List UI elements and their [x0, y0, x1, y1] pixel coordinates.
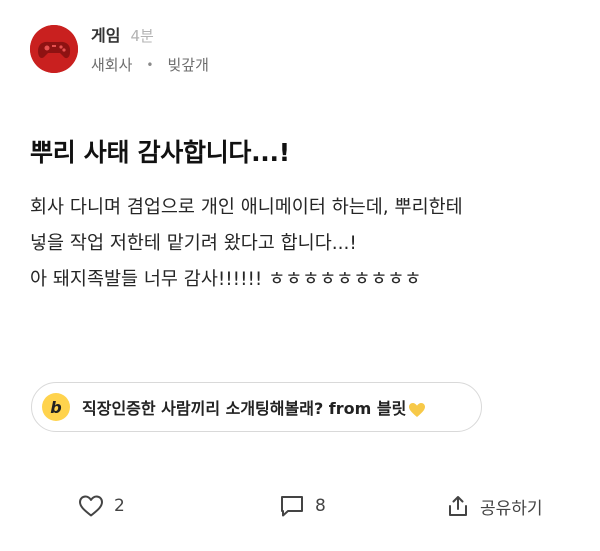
post-header: 게임 4분 새회사 • 빚갚개: [30, 22, 209, 75]
comment-button[interactable]: 8: [279, 488, 326, 524]
like-count: 2: [114, 496, 125, 516]
promo-text: 직장인증한 사람끼리 소개팅해볼래? from 블릿: [82, 395, 426, 419]
blind-logo-icon: b: [42, 393, 70, 421]
promo-banner[interactable]: b 직장인증한 사람끼리 소개팅해볼래? from 블릿: [31, 382, 482, 432]
share-icon: [449, 496, 467, 516]
meta-separator: •: [146, 57, 154, 72]
post-body-line: 넣을 작업 저한테 맡기려 왔다고 합니다...!: [30, 233, 357, 254]
board-avatar[interactable]: [30, 24, 78, 73]
comment-count: 8: [315, 496, 326, 516]
author-nickname: 빚갚개: [167, 56, 209, 74]
post-title: 뿌리 사태 감사합니다...!: [30, 138, 290, 167]
post-actions: 2 8 공유하기: [0, 488, 600, 524]
author-company: 새회사: [91, 56, 133, 74]
board-name[interactable]: 게임: [91, 22, 120, 46]
post-time: 4분: [130, 27, 154, 45]
share-label: 공유하기: [480, 498, 543, 519]
post-meta: 게임 4분 새회사 • 빚갚개: [91, 22, 209, 75]
post-body: 회사 다니며 겸업으로 개인 애니메이터 하는데, 뿌리한테 넣을 작업 저한테…: [30, 190, 575, 298]
comment-icon: [281, 496, 303, 517]
post-body-line: 회사 다니며 겸업으로 개인 애니메이터 하는데, 뿌리한테: [30, 197, 463, 218]
heart-icon: [79, 495, 103, 517]
promo-label: 직장인증한 사람끼리 소개팅해볼래? from 블릿: [82, 399, 407, 418]
share-button[interactable]: 공유하기: [446, 488, 543, 524]
post-body-line: 아 돼지족발들 너무 감사!!!!!! ㅎㅎㅎㅎㅎㅎㅎㅎㅎ: [30, 269, 422, 290]
like-button[interactable]: 2: [78, 488, 125, 524]
game-controller-icon: [30, 24, 78, 73]
yellow-heart-icon: [409, 402, 426, 417]
